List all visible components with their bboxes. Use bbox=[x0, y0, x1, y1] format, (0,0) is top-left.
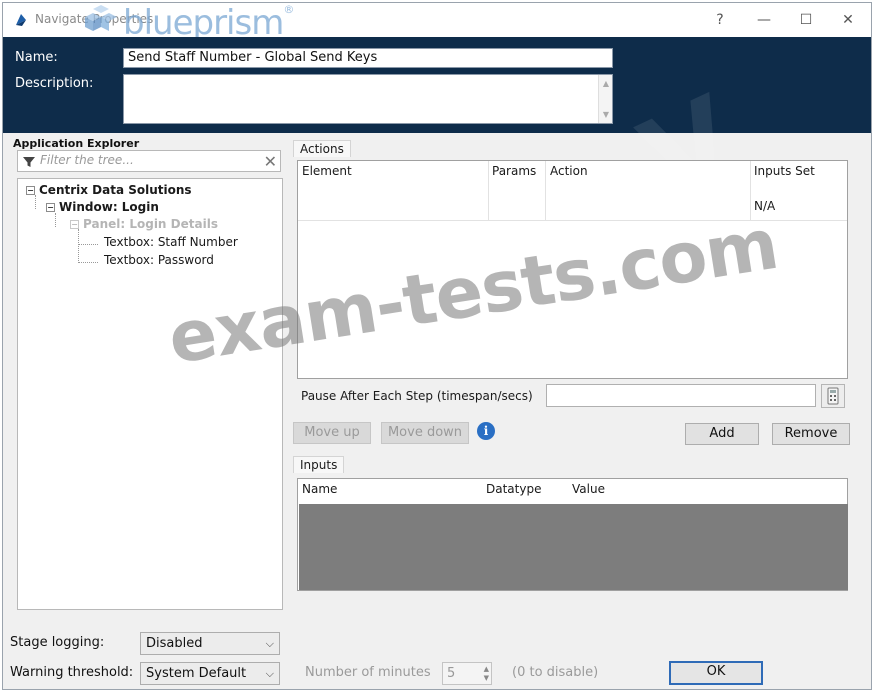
collapse-icon[interactable]: − bbox=[46, 203, 55, 212]
funnel-icon bbox=[23, 157, 35, 167]
pause-label: Pause After Each Step (timespan/secs) bbox=[301, 389, 533, 403]
chevron-down-icon: ⌵ bbox=[265, 667, 274, 680]
info-icon[interactable]: i bbox=[477, 422, 495, 440]
inputs-group: Inputs Name Datatype Value bbox=[293, 456, 851, 594]
tree-item-panel-login[interactable]: − Panel: Login Details bbox=[70, 217, 218, 231]
inputs-grid: Name Datatype Value bbox=[297, 478, 848, 591]
minutes-value: 5 bbox=[447, 666, 456, 681]
minutes-stepper[interactable]: 5 ▲ ▼ bbox=[442, 662, 492, 685]
collapse-icon[interactable]: − bbox=[70, 220, 79, 229]
col-inputs-set[interactable]: Inputs Set bbox=[754, 164, 815, 178]
minutes-label: Number of minutes bbox=[305, 665, 431, 680]
chevron-down-icon: ⌵ bbox=[265, 637, 274, 650]
scroll-up-icon[interactable]: ▲ bbox=[599, 79, 613, 88]
help-button[interactable]: ? bbox=[711, 11, 729, 29]
cube-logo-icon bbox=[85, 5, 117, 31]
zero-to-disable-hint: (0 to disable) bbox=[512, 665, 599, 680]
col-datatype[interactable]: Datatype bbox=[486, 482, 541, 496]
filter-input[interactable]: Filter the tree... bbox=[40, 153, 134, 167]
tree-item-password[interactable]: Textbox: Password bbox=[104, 253, 214, 267]
description-input[interactable]: ▲ ▼ bbox=[123, 74, 613, 124]
tree-item-centrix[interactable]: − Centrix Data Solutions bbox=[26, 183, 192, 197]
tree-item-staff-number[interactable]: Textbox: Staff Number bbox=[104, 235, 238, 249]
col-value[interactable]: Value bbox=[572, 482, 605, 496]
title-bar: Navigate Properties blueprism® ? — ☐ ✕ bbox=[3, 3, 871, 43]
filter-box[interactable]: Filter the tree... ✕ bbox=[17, 150, 281, 172]
app-explorer-label: Application Explorer bbox=[13, 137, 140, 150]
add-button[interactable]: Add bbox=[685, 423, 759, 445]
close-button[interactable]: ✕ bbox=[839, 11, 857, 29]
app-explorer-panel: Filter the tree... ✕ − Centrix Data Solut… bbox=[17, 150, 283, 610]
warning-threshold-label: Warning threshold: bbox=[10, 665, 134, 680]
stage-logging-label: Stage logging: bbox=[10, 635, 105, 650]
clear-filter-icon[interactable]: ✕ bbox=[264, 152, 277, 171]
col-action[interactable]: Action bbox=[550, 164, 588, 178]
scroll-down-icon[interactable]: ▼ bbox=[599, 110, 613, 119]
blueprism-app-icon bbox=[16, 14, 26, 26]
col-name[interactable]: Name bbox=[302, 482, 337, 496]
collapse-icon[interactable]: − bbox=[26, 186, 35, 195]
navigate-properties-window: Navigate Properties blueprism® ? — ☐ ✕ N… bbox=[2, 2, 872, 690]
maximize-button[interactable]: ☐ bbox=[797, 11, 815, 29]
tree-item-window-login[interactable]: − Window: Login bbox=[46, 200, 159, 214]
move-up-button[interactable]: Move up bbox=[293, 422, 371, 444]
actions-label: Actions bbox=[293, 140, 351, 157]
calculator-icon bbox=[827, 387, 839, 405]
description-scrollbar[interactable]: ▲ ▼ bbox=[598, 75, 612, 123]
ok-button[interactable]: OK bbox=[669, 661, 763, 685]
description-label: Description: bbox=[15, 76, 94, 91]
stage-logging-value: Disabled bbox=[146, 636, 203, 651]
move-down-button[interactable]: Move down bbox=[381, 422, 469, 444]
name-input[interactable]: Send Staff Number - Global Send Keys bbox=[123, 48, 613, 68]
stage-logging-select[interactable]: Disabled ⌵ bbox=[140, 632, 280, 655]
calculator-button[interactable] bbox=[821, 384, 845, 408]
pause-input[interactable] bbox=[546, 384, 816, 407]
col-params[interactable]: Params bbox=[492, 164, 536, 178]
warning-threshold-select[interactable]: System Default ⌵ bbox=[140, 662, 280, 685]
inputs-empty-area bbox=[299, 504, 848, 590]
properties-header: Name: Send Staff Number - Global Send Ke… bbox=[3, 37, 871, 224]
minimize-button[interactable]: — bbox=[755, 11, 773, 29]
col-element[interactable]: Element bbox=[302, 164, 352, 178]
app-explorer-tree: − Centrix Data Solutions − Window: Login −… bbox=[17, 178, 283, 610]
warning-threshold-value: System Default bbox=[146, 666, 247, 681]
remove-button[interactable]: Remove bbox=[772, 423, 850, 445]
inputs-label: Inputs bbox=[293, 456, 345, 473]
name-label: Name: bbox=[15, 50, 58, 65]
stepper-arrows-icon[interactable]: ▲ ▼ bbox=[484, 665, 489, 683]
